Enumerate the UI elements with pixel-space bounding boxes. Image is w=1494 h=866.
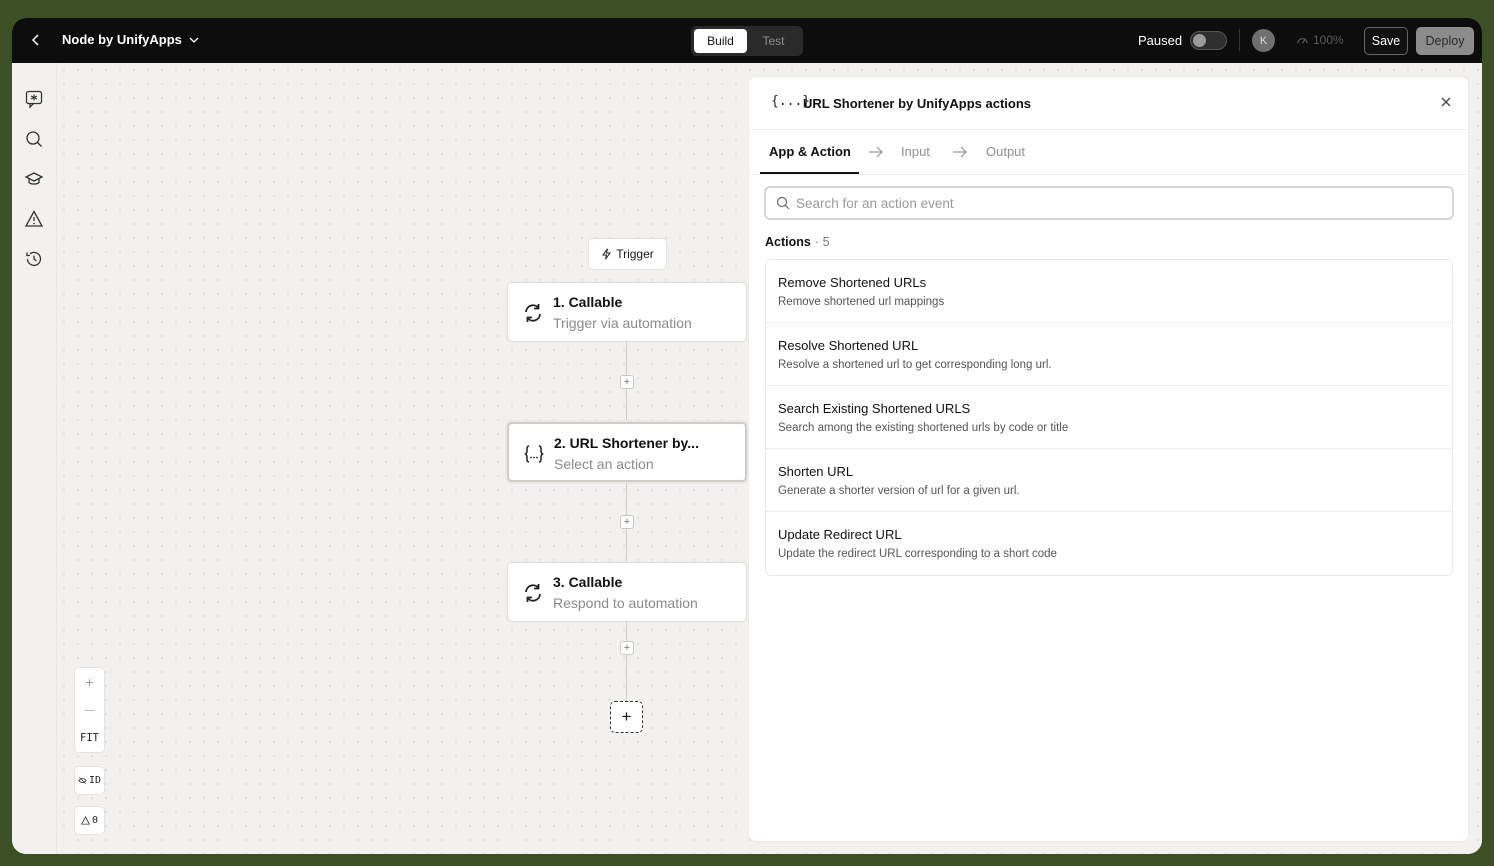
action-title: Remove Shortened URLs <box>778 275 927 290</box>
id-toggle-button[interactable]: ID <box>74 766 105 795</box>
warnings-count: 0 <box>91 815 99 826</box>
chevron-down-icon <box>189 37 199 43</box>
zoom-out-button[interactable]: — <box>75 696 104 724</box>
node-subtitle: Respond to automation <box>553 595 698 611</box>
left-sidebar <box>12 63 57 854</box>
action-description: Search among the existing shortened urls… <box>778 422 1069 434</box>
search-input[interactable] <box>796 193 1436 213</box>
actions-count-value: 5 <box>822 235 830 249</box>
refresh-icon <box>525 584 541 602</box>
node-subtitle: Trigger via automation <box>553 315 692 331</box>
action-title: Resolve Shortened URL <box>778 338 919 353</box>
tab-build[interactable]: Build <box>694 29 747 53</box>
action-title: Shorten URL <box>778 464 854 479</box>
sparkle-chat-icon[interactable] <box>24 89 44 109</box>
warning-icon[interactable] <box>24 209 44 229</box>
paused-toggle[interactable] <box>1190 31 1227 50</box>
add-step-button[interactable]: + <box>620 375 634 389</box>
add-step-button[interactable]: + <box>620 641 634 655</box>
warning-icon <box>80 816 90 825</box>
health-value: 100% <box>1313 33 1344 47</box>
health-indicator: 100% <box>1296 33 1344 47</box>
zoom-controls: + — FIT <box>74 667 105 753</box>
action-item[interactable]: Search Existing Shortened URLS Search am… <box>766 386 1452 449</box>
search-icon <box>776 196 790 210</box>
actions-label: Actions <box>765 235 811 249</box>
deploy-button[interactable]: Deploy <box>1416 27 1474 55</box>
lightning-icon <box>602 248 612 260</box>
divider <box>1239 29 1240 51</box>
app-name-dropdown[interactable]: Node by UnifyApps <box>62 32 200 47</box>
paused-label: Paused <box>1138 33 1183 48</box>
node-subtitle: Select an action <box>554 456 654 472</box>
add-final-step-button[interactable]: + <box>610 701 643 733</box>
panel-header: {...} URL Shortener by UnifyApps actions <box>749 77 1468 130</box>
arrow-right-icon <box>953 146 967 158</box>
arrow-right-icon <box>869 146 883 158</box>
id-toggle-label: ID <box>88 775 102 786</box>
gauge-icon <box>1297 37 1308 44</box>
active-step-indicator <box>760 172 859 174</box>
node-title: 1. Callable <box>553 294 623 310</box>
action-item[interactable]: Remove Shortened URLs Remove shortened u… <box>766 260 1452 323</box>
config-steps: App & Action Input Output <box>749 130 1468 175</box>
app-window: Node by UnifyApps Build Test Paused K 10… <box>12 18 1482 854</box>
step-app-action[interactable]: App & Action <box>769 144 851 159</box>
tab-test[interactable]: Test <box>747 29 800 53</box>
connector-line <box>626 622 627 702</box>
action-description: Generate a shorter version of url for a … <box>778 485 1020 497</box>
zoom-in-button[interactable]: + <box>75 668 104 696</box>
mode-toggle: Build Test <box>691 26 803 56</box>
close-icon[interactable] <box>1439 95 1453 109</box>
workflow-node-2[interactable]: 2. URL Shortener by... Select an action <box>507 422 747 482</box>
actions-count: · 5 <box>815 235 830 249</box>
warnings-button[interactable]: 0 <box>74 806 105 835</box>
workflow-node-1[interactable]: 1. Callable Trigger via automation <box>507 282 747 342</box>
chevron-left-icon[interactable] <box>28 32 44 48</box>
trigger-label: Trigger <box>616 247 654 261</box>
zoom-fit-button[interactable]: FIT <box>75 724 104 752</box>
action-description: Remove shortened url mappings <box>778 296 945 308</box>
search-icon[interactable] <box>24 129 44 149</box>
action-title: Search Existing Shortened URLS <box>778 401 971 416</box>
action-search <box>764 186 1454 220</box>
action-description: Update the redirect URL corresponding to… <box>778 548 1057 560</box>
action-config-panel: {...} URL Shortener by UnifyApps actions… <box>748 76 1469 842</box>
action-list: Remove Shortened URLs Remove shortened u… <box>765 259 1453 576</box>
braces-icon <box>524 445 544 463</box>
graduation-cap-icon[interactable] <box>24 169 44 189</box>
action-item[interactable]: Resolve Shortened URL Resolve a shortene… <box>766 323 1452 386</box>
step-input[interactable]: Input <box>901 144 930 159</box>
history-icon[interactable] <box>24 249 44 269</box>
eye-off-icon <box>78 777 87 784</box>
avatar[interactable]: K <box>1252 29 1275 52</box>
workflow-node-3[interactable]: 3. Callable Respond to automation <box>507 562 747 622</box>
action-item[interactable]: Update Redirect URL Update the redirect … <box>766 512 1452 575</box>
action-title: Update Redirect URL <box>778 527 902 542</box>
top-bar: Node by UnifyApps Build Test Paused K 10… <box>12 18 1482 63</box>
step-output[interactable]: Output <box>986 144 1025 159</box>
refresh-icon <box>525 304 541 322</box>
trigger-chip[interactable]: Trigger <box>588 238 667 270</box>
app-name-label: Node by UnifyApps <box>62 32 182 47</box>
save-button[interactable]: Save <box>1364 27 1408 55</box>
add-step-button[interactable]: + <box>620 515 634 529</box>
action-description: Resolve a shortened url to get correspon… <box>778 359 1052 371</box>
toggle-knob <box>1193 34 1206 47</box>
node-title: 3. Callable <box>553 574 623 590</box>
panel-title: URL Shortener by UnifyApps actions <box>803 96 1032 111</box>
action-item[interactable]: Shorten URL Generate a shorter version o… <box>766 449 1452 512</box>
node-title: 2. URL Shortener by... <box>554 435 699 451</box>
